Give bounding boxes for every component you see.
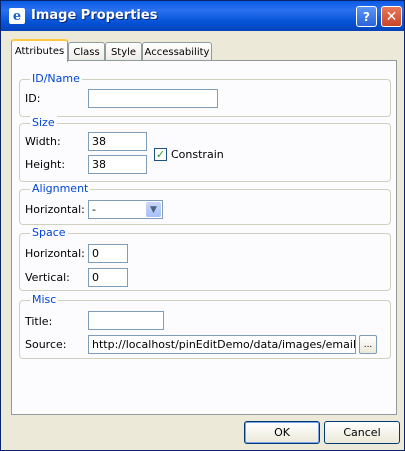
height-label: Height: bbox=[25, 158, 66, 171]
space-horizontal-input[interactable]: 0 bbox=[88, 244, 128, 263]
tab-style[interactable]: Style bbox=[105, 42, 142, 61]
space-vertical-label: Vertical: bbox=[25, 271, 70, 284]
misc-legend: Misc bbox=[30, 293, 59, 306]
title-input[interactable] bbox=[88, 311, 164, 330]
alignment-selected-value: - bbox=[92, 203, 96, 216]
id-input[interactable] bbox=[88, 89, 218, 108]
space-group: Space Horizontal: 0 Vertical: 0 bbox=[19, 226, 391, 291]
ok-button[interactable]: OK bbox=[244, 421, 320, 444]
tab-accessability[interactable]: Accessability bbox=[142, 42, 212, 61]
alignment-group: Alignment Horizontal: - ▼ bbox=[19, 182, 391, 225]
close-button[interactable]: ✕ bbox=[381, 6, 402, 27]
misc-group: Misc Title: Source: http://localhost/pin… bbox=[19, 293, 391, 359]
help-button[interactable]: ? bbox=[356, 6, 377, 27]
chevron-down-icon[interactable]: ▼ bbox=[146, 202, 161, 217]
alignment-horizontal-label: Horizontal: bbox=[25, 203, 85, 216]
browse-button[interactable]: ... bbox=[359, 335, 377, 354]
id-label: ID: bbox=[25, 92, 41, 105]
ie-app-icon: e bbox=[9, 8, 25, 24]
size-group: Size Width: 38 Height: 38 ✓ Constrain bbox=[19, 116, 391, 182]
space-horizontal-label: Horizontal: bbox=[25, 247, 85, 260]
image-properties-dialog: e Image Properties ? ✕ Attributes Class … bbox=[0, 0, 405, 451]
title-bar: e Image Properties ? ✕ bbox=[1, 1, 404, 31]
source-label: Source: bbox=[25, 338, 67, 351]
alignment-horizontal-select[interactable]: - ▼ bbox=[88, 200, 163, 219]
size-legend: Size bbox=[30, 116, 57, 129]
constrain-label: Constrain bbox=[171, 148, 224, 161]
constrain-checkbox[interactable]: ✓ bbox=[154, 148, 167, 161]
attributes-panel: ID/Name ID: Size Width: 38 Height: 38 ✓ … bbox=[11, 60, 397, 415]
height-input[interactable]: 38 bbox=[88, 155, 147, 174]
cancel-button[interactable]: Cancel bbox=[324, 421, 400, 444]
tab-class[interactable]: Class bbox=[68, 42, 105, 61]
space-legend: Space bbox=[30, 226, 68, 239]
title-label: Title: bbox=[25, 315, 53, 328]
space-vertical-input[interactable]: 0 bbox=[88, 268, 128, 287]
window-title: Image Properties bbox=[31, 8, 158, 23]
source-input[interactable]: http://localhost/pinEditDemo/data/images… bbox=[88, 335, 356, 354]
id-name-group: ID/Name ID: bbox=[19, 72, 391, 117]
width-input[interactable]: 38 bbox=[88, 132, 147, 151]
alignment-legend: Alignment bbox=[30, 182, 91, 195]
tab-attributes[interactable]: Attributes bbox=[11, 39, 68, 62]
id-name-legend: ID/Name bbox=[30, 72, 82, 85]
width-label: Width: bbox=[25, 135, 61, 148]
